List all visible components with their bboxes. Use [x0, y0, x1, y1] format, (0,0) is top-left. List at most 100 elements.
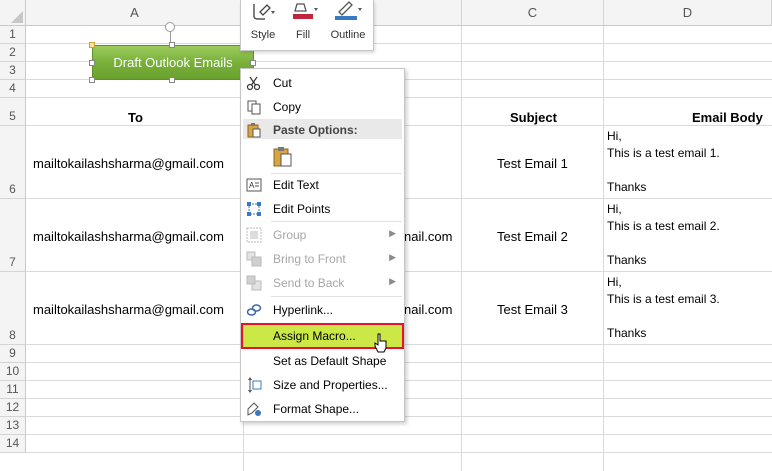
- copy-icon: [247, 100, 261, 115]
- row-header[interactable]: 4: [0, 80, 26, 98]
- column-header-d[interactable]: D: [604, 0, 772, 26]
- row-header[interactable]: 13: [0, 417, 26, 435]
- bring-to-front-icon: [246, 251, 262, 267]
- menu-label: Format Shape...: [273, 402, 360, 416]
- menu-item-group[interactable]: Group ▶: [241, 223, 404, 247]
- row-header[interactable]: 14: [0, 435, 26, 453]
- row-header[interactable]: 9: [0, 345, 26, 363]
- menu-item-copy[interactable]: Copy: [241, 95, 404, 119]
- menu-label: Send to Back: [273, 276, 345, 290]
- resize-handle[interactable]: [169, 77, 175, 83]
- resize-handle[interactable]: [169, 42, 175, 48]
- fill-label: Fill: [295, 29, 311, 41]
- menu-item-edit-text[interactable]: A Edit Text: [241, 173, 404, 197]
- fill-bucket-icon: [293, 3, 318, 19]
- menu-label: Hyperlink...: [273, 303, 334, 317]
- body-signoff: Thanks: [607, 180, 647, 194]
- menu-item-edit-points[interactable]: Edit Points: [241, 197, 404, 221]
- row-header[interactable]: 8: [0, 272, 26, 345]
- header-email-body[interactable]: Email Body: [692, 110, 763, 125]
- edit-text-icon: A: [246, 178, 262, 192]
- resize-handle[interactable]: [89, 42, 95, 48]
- gridline: [603, 26, 604, 471]
- menu-item-cut[interactable]: Cut: [241, 71, 404, 95]
- submenu-arrow-icon: ▶: [389, 228, 396, 238]
- resize-handle[interactable]: [89, 77, 95, 83]
- menu-label: Set as Default Shape: [273, 354, 387, 368]
- row-header[interactable]: 10: [0, 363, 26, 381]
- edit-points-icon: [247, 202, 261, 216]
- cell-email-body[interactable]: Hi, This is a test email 3. Thanks: [607, 274, 720, 342]
- draft-outlook-emails-button[interactable]: Draft Outlook Emails: [92, 45, 254, 80]
- row-header[interactable]: 6: [0, 126, 26, 199]
- row-header[interactable]: 1: [0, 26, 26, 44]
- fill-button[interactable]: Fill: [283, 0, 323, 50]
- row-header[interactable]: 2: [0, 44, 26, 62]
- cell-email-body[interactable]: Hi, This is a test email 2. Thanks: [607, 201, 720, 269]
- paste-icon: [247, 123, 261, 138]
- hyperlink-icon: [246, 304, 262, 316]
- cell-to[interactable]: mailtokailashsharma@gmail.com: [33, 302, 224, 317]
- context-menu: Cut Copy Paste Options: A Edit Text Edit…: [240, 68, 405, 422]
- body-greeting: Hi,: [607, 202, 622, 216]
- row-header[interactable]: 3: [0, 62, 26, 80]
- menu-separator: [271, 296, 402, 297]
- outline-label: Outline: [330, 29, 366, 41]
- body-signoff: Thanks: [607, 326, 647, 340]
- cell-subject[interactable]: Test Email 3: [497, 302, 568, 317]
- submenu-arrow-icon: ▶: [389, 276, 396, 286]
- row-header[interactable]: 5: [0, 98, 26, 126]
- cell-subject[interactable]: Test Email 2: [497, 229, 568, 244]
- row-header[interactable]: 7: [0, 199, 26, 272]
- gridline: [26, 452, 772, 453]
- header-subject[interactable]: Subject: [510, 110, 557, 125]
- outline-button[interactable]: Outline: [325, 0, 371, 50]
- cell-to[interactable]: mailtokailashsharma@gmail.com: [33, 156, 224, 171]
- format-shape-icon: [247, 402, 261, 416]
- menu-item-format-shape[interactable]: Format Shape...: [241, 397, 404, 421]
- select-all-corner[interactable]: [0, 0, 26, 26]
- header-to[interactable]: To: [128, 110, 143, 125]
- menu-label: Copy: [273, 100, 302, 114]
- menu-separator: [271, 221, 402, 222]
- row-header[interactable]: 11: [0, 381, 26, 399]
- style-icon: [253, 4, 275, 20]
- menu-label: Group: [273, 228, 307, 242]
- style-label: Style: [250, 29, 276, 41]
- send-to-back-icon: [246, 275, 262, 291]
- menu-label: Assign Macro...: [273, 329, 356, 343]
- body-signoff: Thanks: [607, 253, 647, 267]
- outline-pen-icon: [335, 1, 362, 20]
- cell-email-body[interactable]: Hi, This is a test email 1. Thanks: [607, 128, 720, 196]
- group-icon: [246, 227, 262, 243]
- menu-item-hyperlink[interactable]: Hyperlink...: [241, 298, 404, 322]
- resize-handle[interactable]: [250, 60, 256, 66]
- body-text: This is a test email 1.: [607, 146, 720, 160]
- body-text: This is a test email 3.: [607, 292, 720, 306]
- resize-handle[interactable]: [89, 60, 95, 66]
- menu-item-paste-options: Paste Options:: [241, 118, 404, 142]
- body-greeting: Hi,: [607, 129, 622, 143]
- paste-keep-source-button[interactable]: [271, 145, 295, 169]
- column-header-a[interactable]: A: [26, 0, 244, 26]
- menu-item-set-default-shape[interactable]: Set as Default Shape: [241, 349, 404, 373]
- cell-partial[interactable]: nail.com: [404, 302, 452, 317]
- gridline: [26, 43, 772, 44]
- paste-icon: [273, 147, 292, 167]
- size-properties-icon: [248, 377, 262, 393]
- menu-item-bring-to-front[interactable]: Bring to Front ▶: [241, 247, 404, 271]
- cell-to[interactable]: mailtokailashsharma@gmail.com: [33, 229, 224, 244]
- menu-label: Edit Text: [273, 178, 319, 192]
- gridline: [461, 26, 462, 471]
- submenu-arrow-icon: ▶: [389, 252, 396, 262]
- column-header-c[interactable]: C: [462, 0, 604, 26]
- menu-label: Cut: [273, 76, 292, 90]
- cell-subject[interactable]: Test Email 1: [497, 156, 568, 171]
- cell-partial[interactable]: nail.com: [404, 229, 452, 244]
- row-header[interactable]: 12: [0, 399, 26, 417]
- style-button[interactable]: Style: [243, 0, 283, 50]
- rotation-handle[interactable]: [165, 22, 175, 32]
- menu-item-send-to-back[interactable]: Send to Back ▶: [241, 271, 404, 295]
- menu-item-size-properties[interactable]: Size and Properties...: [241, 373, 404, 397]
- mini-toolbar: Style Fill Outline: [240, 0, 374, 51]
